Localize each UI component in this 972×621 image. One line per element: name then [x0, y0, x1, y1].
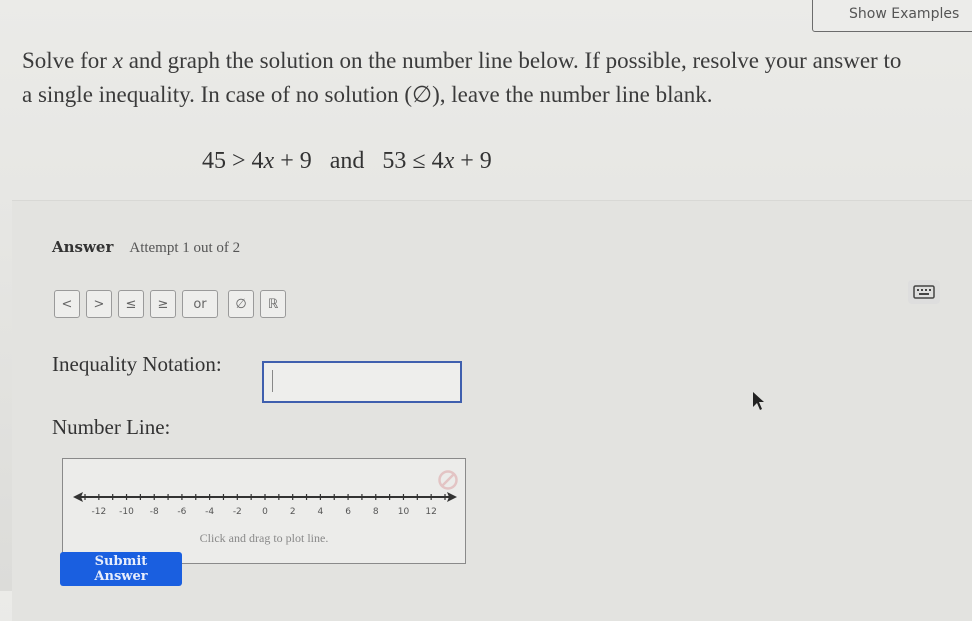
ineq1-op: >	[232, 148, 246, 174]
tick-label: -4	[205, 507, 214, 517]
greater-equal-button[interactable]: ≥	[150, 290, 176, 318]
keyboard-toggle-button[interactable]	[908, 280, 940, 304]
ineq2-op: ≤	[412, 148, 426, 174]
less-equal-button[interactable]: ≤	[118, 290, 144, 318]
ineq1-coef: 4	[251, 148, 264, 174]
prompt-text: Solve for	[22, 48, 113, 73]
inequality-notation-label: Inequality Notation:	[52, 352, 222, 376]
joiner-and: and	[329, 148, 365, 174]
compound-inequality: 45 > 4x + 9 and 53 ≤ 4x + 9	[202, 148, 492, 175]
ineq1-lhs: 45	[202, 148, 226, 174]
tick-label: -2	[233, 507, 242, 517]
ineq2-lhs: 53	[382, 148, 407, 174]
number-line-label: Number Line:	[52, 415, 171, 439]
ineq2-rest: + 9	[460, 148, 492, 174]
tick-label: 4	[318, 507, 324, 517]
prompt-line-2: a single inequality. In case of no solut…	[22, 82, 713, 107]
answer-label: Answer	[52, 238, 114, 256]
tick-label: 0	[262, 507, 268, 517]
number-line[interactable]: -12 -10 -8 -6 -4 -2 0 2 4 6 8 10 12	[63, 479, 467, 531]
symbol-toolbar: < > ≤ ≥ or ∅ ℝ	[54, 290, 286, 318]
ineq2-var: x	[443, 148, 455, 174]
empty-set-button[interactable]: ∅	[228, 290, 254, 318]
less-than-button[interactable]: <	[54, 290, 80, 318]
tick-label: -10	[119, 507, 134, 517]
problem-instructions: Solve for x and graph the solution on th…	[22, 44, 972, 112]
show-examples-button[interactable]: Show Examples	[812, 0, 972, 32]
tick-label: 6	[345, 507, 351, 517]
tick-label: 8	[373, 507, 379, 517]
attempt-counter: Attempt 1 out of 2	[129, 240, 241, 256]
real-numbers-button[interactable]: ℝ	[260, 290, 286, 318]
text-caret	[272, 370, 273, 392]
greater-than-button[interactable]: >	[86, 290, 112, 318]
prompt-text-cont: and graph the solution on the number lin…	[122, 48, 902, 73]
tick-label: -6	[177, 507, 186, 517]
tick-label: 2	[290, 507, 296, 517]
inequality-notation-input[interactable]	[262, 361, 462, 403]
number-line-hint: Click and drag to plot line.	[199, 531, 329, 545]
tick-label: 12	[425, 507, 436, 517]
number-line-widget[interactable]: -12 -10 -8 -6 -4 -2 0 2 4 6 8 10 12 Click and drag t…	[62, 458, 466, 564]
answer-header: Answer Attempt 1 out of 2	[52, 238, 240, 257]
or-button[interactable]: or	[182, 290, 218, 318]
ineq1-var: x	[263, 148, 275, 174]
keyboard-icon	[913, 285, 935, 299]
tick-label: -8	[150, 507, 159, 517]
tick-label: -12	[91, 507, 106, 517]
tick-label: 10	[398, 507, 410, 517]
mouse-cursor-icon	[753, 392, 764, 410]
ineq1-rest: + 9	[280, 148, 312, 174]
submit-answer-button[interactable]: Submit Answer	[60, 552, 182, 586]
prompt-variable: x	[112, 48, 123, 73]
ineq2-coef: 4	[431, 148, 444, 174]
